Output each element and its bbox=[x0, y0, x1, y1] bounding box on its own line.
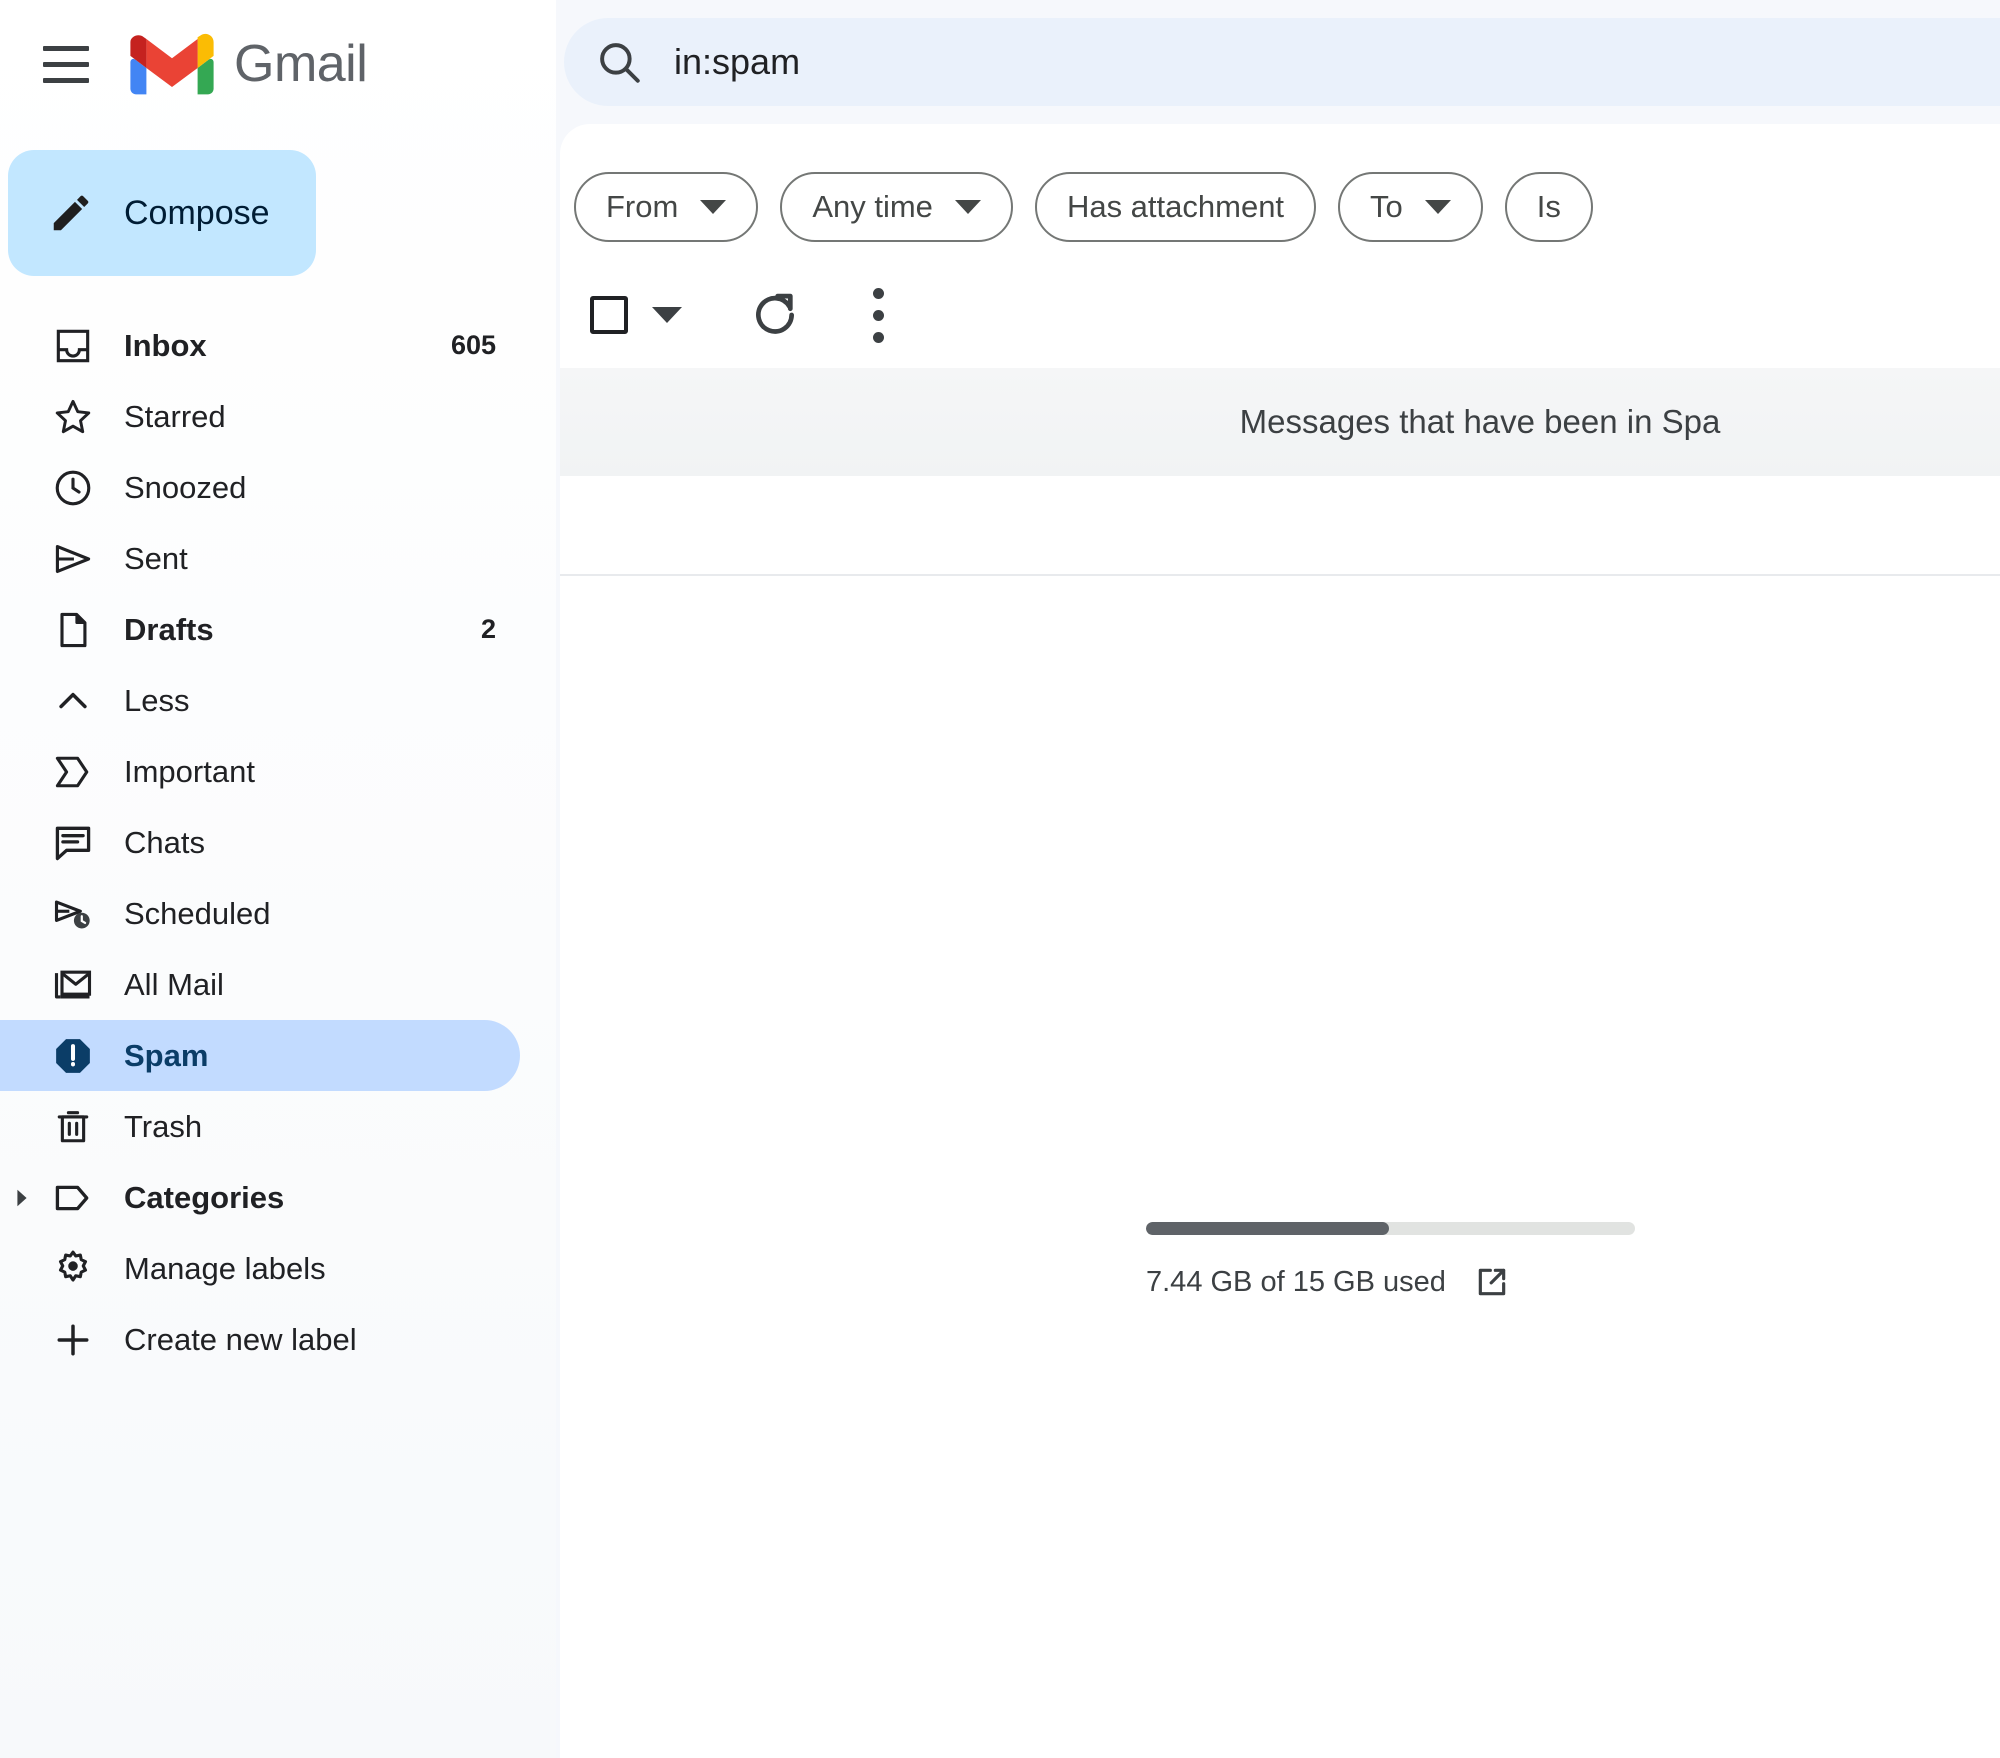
sidebar-item-important[interactable]: Important bbox=[0, 736, 520, 807]
compose-button[interactable]: Compose bbox=[8, 150, 316, 276]
sidebar-item-label: All Mail bbox=[124, 967, 224, 1003]
gmail-logo-icon bbox=[130, 32, 214, 96]
important-icon bbox=[44, 750, 102, 794]
spam-notice-text: Messages that have been in Spa bbox=[1240, 403, 1721, 441]
storage-widget: 7.44 GB of 15 GB used bbox=[1146, 1222, 1706, 1302]
sidebar-item-drafts[interactable]: Drafts 2 bbox=[0, 594, 520, 665]
spam-icon bbox=[44, 1034, 102, 1078]
spam-notice-banner: Messages that have been in Spa bbox=[560, 368, 2000, 476]
gmail-window: Gmail Compose Inbox 605 bbox=[0, 0, 2000, 1758]
filter-chip-from[interactable]: From bbox=[574, 172, 758, 242]
pencil-icon bbox=[48, 190, 94, 236]
more-vertical-icon[interactable] bbox=[872, 288, 884, 343]
filter-chip-has-attachment[interactable]: Has attachment bbox=[1035, 172, 1316, 242]
sidebar-item-label: Categories bbox=[124, 1180, 284, 1216]
trash-icon bbox=[44, 1105, 102, 1149]
sidebar-item-all-mail[interactable]: All Mail bbox=[0, 949, 520, 1020]
chevron-down-icon bbox=[700, 200, 726, 214]
sidebar-item-inbox[interactable]: Inbox 605 bbox=[0, 310, 520, 381]
sidebar-item-label: Less bbox=[124, 683, 189, 719]
sidebar-item-label: Trash bbox=[124, 1109, 202, 1145]
gear-icon bbox=[44, 1247, 102, 1291]
sidebar-item-spam[interactable]: Spam bbox=[0, 1020, 520, 1091]
sidebar-nav: Inbox 605 Starred Snoozed bbox=[0, 310, 556, 1375]
sidebar-item-count: 605 bbox=[451, 330, 496, 361]
sidebar-item-categories[interactable]: Categories bbox=[0, 1162, 520, 1233]
filter-chip-row: From Any time Has attachment To Is bbox=[574, 172, 1593, 242]
search-icon bbox=[594, 37, 644, 87]
clock-icon bbox=[44, 466, 102, 510]
sidebar-item-trash[interactable]: Trash bbox=[0, 1091, 520, 1162]
chevron-down-icon[interactable] bbox=[652, 307, 682, 323]
refresh-icon[interactable] bbox=[748, 288, 802, 342]
label-tag-icon bbox=[44, 1176, 102, 1220]
filter-chip-to[interactable]: To bbox=[1338, 172, 1483, 242]
gmail-logo[interactable]: Gmail bbox=[130, 32, 367, 96]
sidebar-item-sent[interactable]: Sent bbox=[0, 523, 520, 594]
sidebar-item-label: Sent bbox=[124, 541, 188, 577]
scheduled-icon bbox=[44, 892, 102, 936]
sidebar-item-label: Create new label bbox=[124, 1322, 357, 1358]
search-query-text: in:spam bbox=[674, 41, 800, 83]
sidebar-item-label: Important bbox=[124, 754, 255, 790]
sidebar-item-label: Spam bbox=[124, 1038, 208, 1074]
chevron-right-icon[interactable] bbox=[0, 1187, 44, 1209]
document-icon bbox=[44, 608, 102, 652]
brand-title: Gmail bbox=[234, 34, 367, 94]
chevron-down-icon bbox=[955, 200, 981, 214]
list-toolbar bbox=[590, 280, 884, 350]
star-icon bbox=[44, 395, 102, 439]
sidebar-item-label: Manage labels bbox=[124, 1251, 326, 1287]
inbox-icon bbox=[44, 324, 102, 368]
sidebar-item-label: Chats bbox=[124, 825, 205, 861]
content-card: From Any time Has attachment To Is bbox=[560, 124, 2000, 1758]
sidebar-item-scheduled[interactable]: Scheduled bbox=[0, 878, 520, 949]
sidebar-item-less[interactable]: Less bbox=[0, 665, 520, 736]
chip-label: Has attachment bbox=[1067, 189, 1284, 225]
storage-progress-fill bbox=[1146, 1222, 1389, 1235]
storage-usage-text: 7.44 GB of 15 GB used bbox=[1146, 1266, 1446, 1299]
sidebar-item-label: Starred bbox=[124, 399, 226, 435]
compose-label: Compose bbox=[124, 194, 270, 233]
chat-icon bbox=[44, 821, 102, 865]
sidebar-item-create-new-label[interactable]: Create new label bbox=[0, 1304, 520, 1375]
sidebar-item-chats[interactable]: Chats bbox=[0, 807, 520, 878]
sidebar-item-label: Snoozed bbox=[124, 470, 246, 506]
send-icon bbox=[44, 537, 102, 581]
chip-label: Is bbox=[1537, 189, 1561, 225]
chip-label: From bbox=[606, 189, 678, 225]
plus-icon bbox=[44, 1318, 102, 1362]
sidebar: Gmail Compose Inbox 605 bbox=[0, 0, 556, 1758]
sidebar-item-label: Scheduled bbox=[124, 896, 271, 932]
all-mail-icon bbox=[44, 963, 102, 1007]
brand-bar: Gmail bbox=[0, 0, 556, 128]
filter-chip-is[interactable]: Is bbox=[1505, 172, 1593, 242]
search-input[interactable]: in:spam bbox=[564, 18, 2000, 106]
filter-chip-any-time[interactable]: Any time bbox=[780, 172, 1013, 242]
chevron-down-icon bbox=[1425, 200, 1451, 214]
storage-progress-track bbox=[1146, 1222, 1635, 1235]
chevron-up-icon bbox=[44, 679, 102, 723]
sidebar-item-label: Inbox bbox=[124, 328, 207, 364]
sidebar-item-snoozed[interactable]: Snoozed bbox=[0, 452, 520, 523]
open-in-new-icon[interactable] bbox=[1472, 1262, 1512, 1302]
sidebar-item-count: 2 bbox=[481, 614, 496, 645]
sidebar-item-manage-labels[interactable]: Manage labels bbox=[0, 1233, 520, 1304]
sidebar-item-starred[interactable]: Starred bbox=[0, 381, 520, 452]
chip-label: Any time bbox=[812, 189, 933, 225]
chip-label: To bbox=[1370, 189, 1403, 225]
sidebar-item-label: Drafts bbox=[124, 612, 214, 648]
storage-info-row: 7.44 GB of 15 GB used bbox=[1146, 1262, 1706, 1302]
checkbox-unchecked-icon[interactable] bbox=[590, 296, 628, 334]
hamburger-icon[interactable] bbox=[34, 32, 98, 96]
table-row[interactable]: H bbox=[560, 476, 2000, 576]
main-pane: in:spam From Any time Has attachment To bbox=[556, 0, 2000, 1758]
